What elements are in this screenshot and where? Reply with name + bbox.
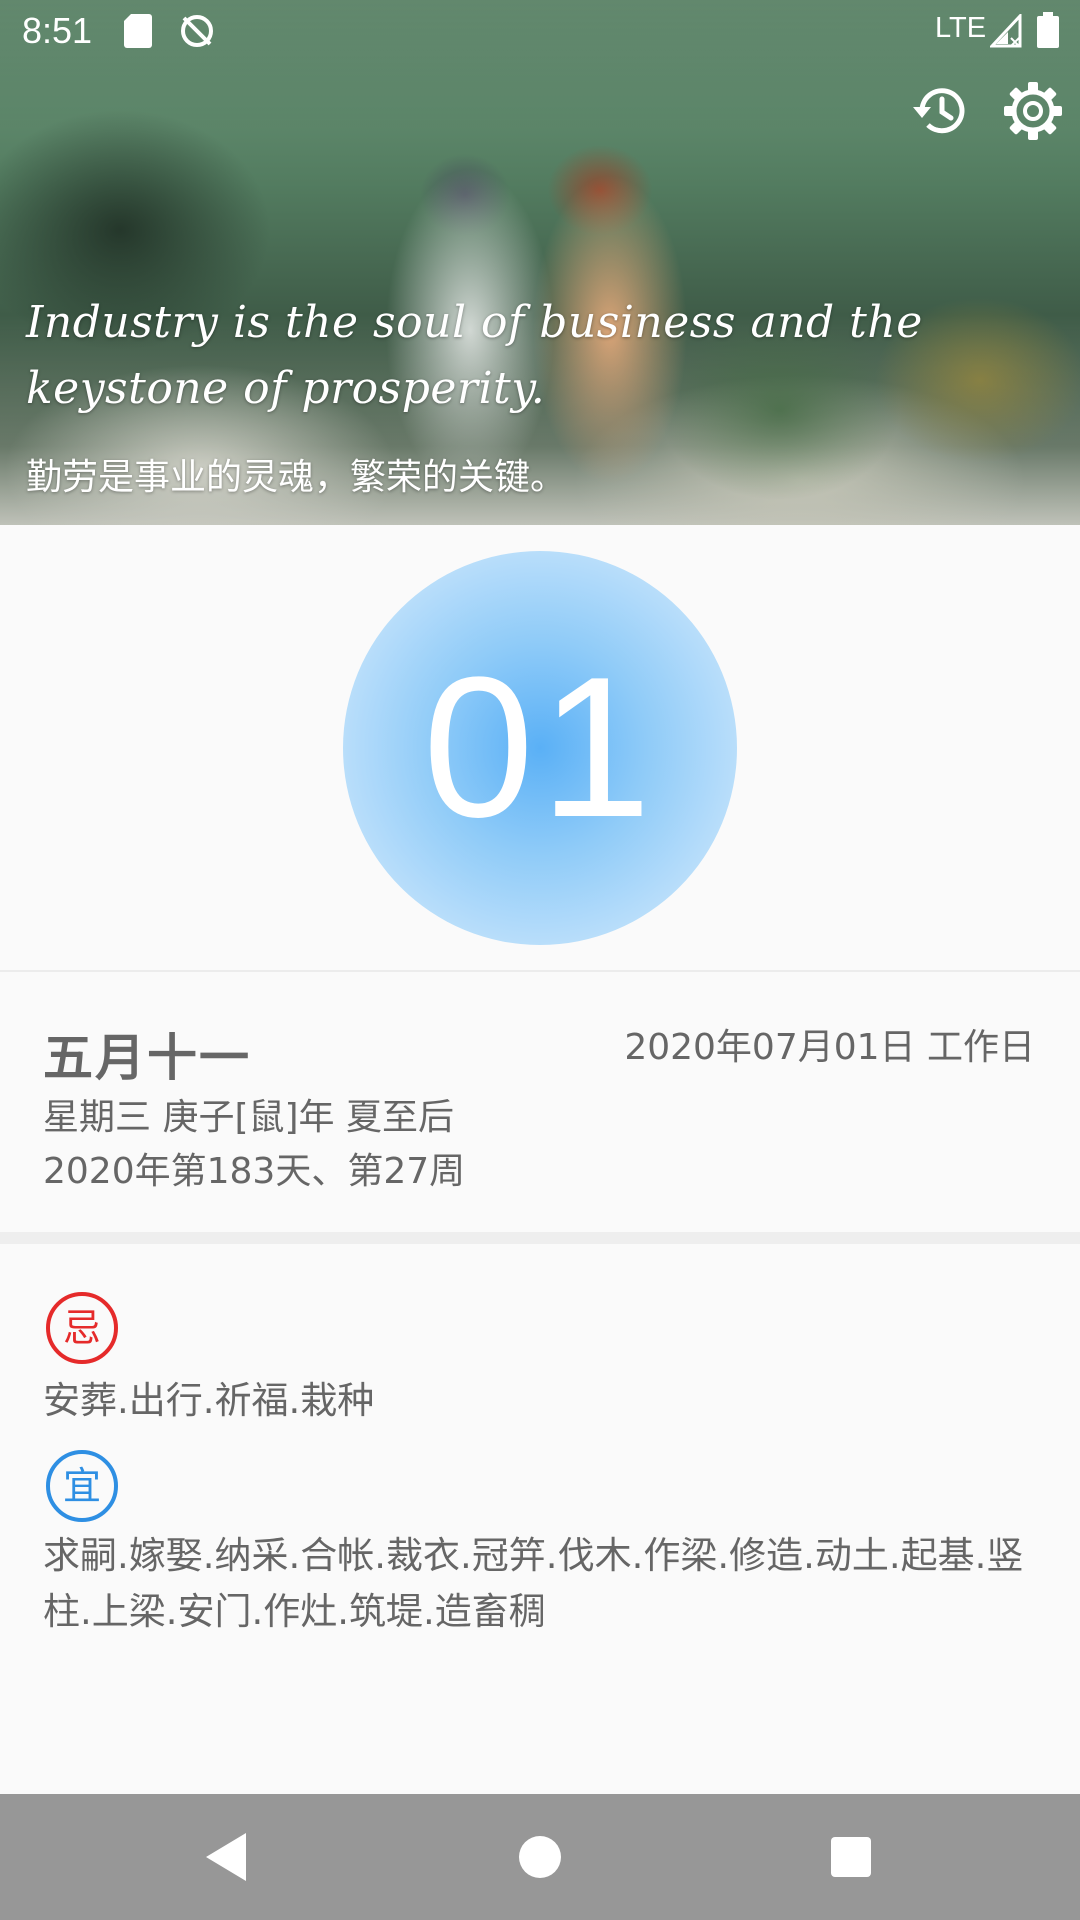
quote-chinese: 勤劳是事业的灵魂，繁荣的关键。 xyxy=(26,457,567,498)
divider xyxy=(0,970,1080,972)
header-background-image xyxy=(0,0,1080,525)
network-type: LTE xyxy=(935,12,987,44)
history-icon[interactable] xyxy=(910,80,972,142)
battery-icon xyxy=(1037,12,1059,48)
yi-badge: 宜 xyxy=(46,1450,118,1522)
sd-card-icon xyxy=(124,14,152,48)
yi-activities: 求嗣.嫁娶.纳采.合帐.裁衣.冠笄.伐木.作梁.修造.动土.起基.竖柱.上梁.安… xyxy=(43,1534,1024,1633)
day-circle[interactable]: 01 xyxy=(343,551,737,945)
day-of-year-line: 2020年第183天、第27周 xyxy=(43,1151,466,1192)
signal-icon xyxy=(990,14,1022,48)
navigation-bar xyxy=(0,1794,1080,1920)
settings-icon[interactable] xyxy=(1002,80,1064,142)
recents-button[interactable] xyxy=(831,1837,871,1877)
ji-activities: 安葬.出行.祈福.栽种 xyxy=(43,1379,375,1422)
quote-english: Industry is the soul of business and the… xyxy=(26,297,923,414)
ji-badge: 忌 xyxy=(46,1292,118,1364)
status-time: 8:51 xyxy=(22,10,93,51)
sync-disabled-icon xyxy=(181,15,213,47)
day-number: 01 xyxy=(422,636,658,859)
back-button[interactable] xyxy=(202,1830,250,1884)
gregorian-date: 2020年07月01日 工作日 xyxy=(624,1027,1035,1068)
status-bar: 8:51 LTE xyxy=(0,0,1080,63)
lunar-date: 五月十一 xyxy=(43,1029,251,1087)
section-divider xyxy=(0,1232,1080,1244)
weekday-year-line: 星期三 庚子[鼠]年 夏至后 xyxy=(43,1097,454,1138)
home-button[interactable] xyxy=(519,1836,561,1878)
